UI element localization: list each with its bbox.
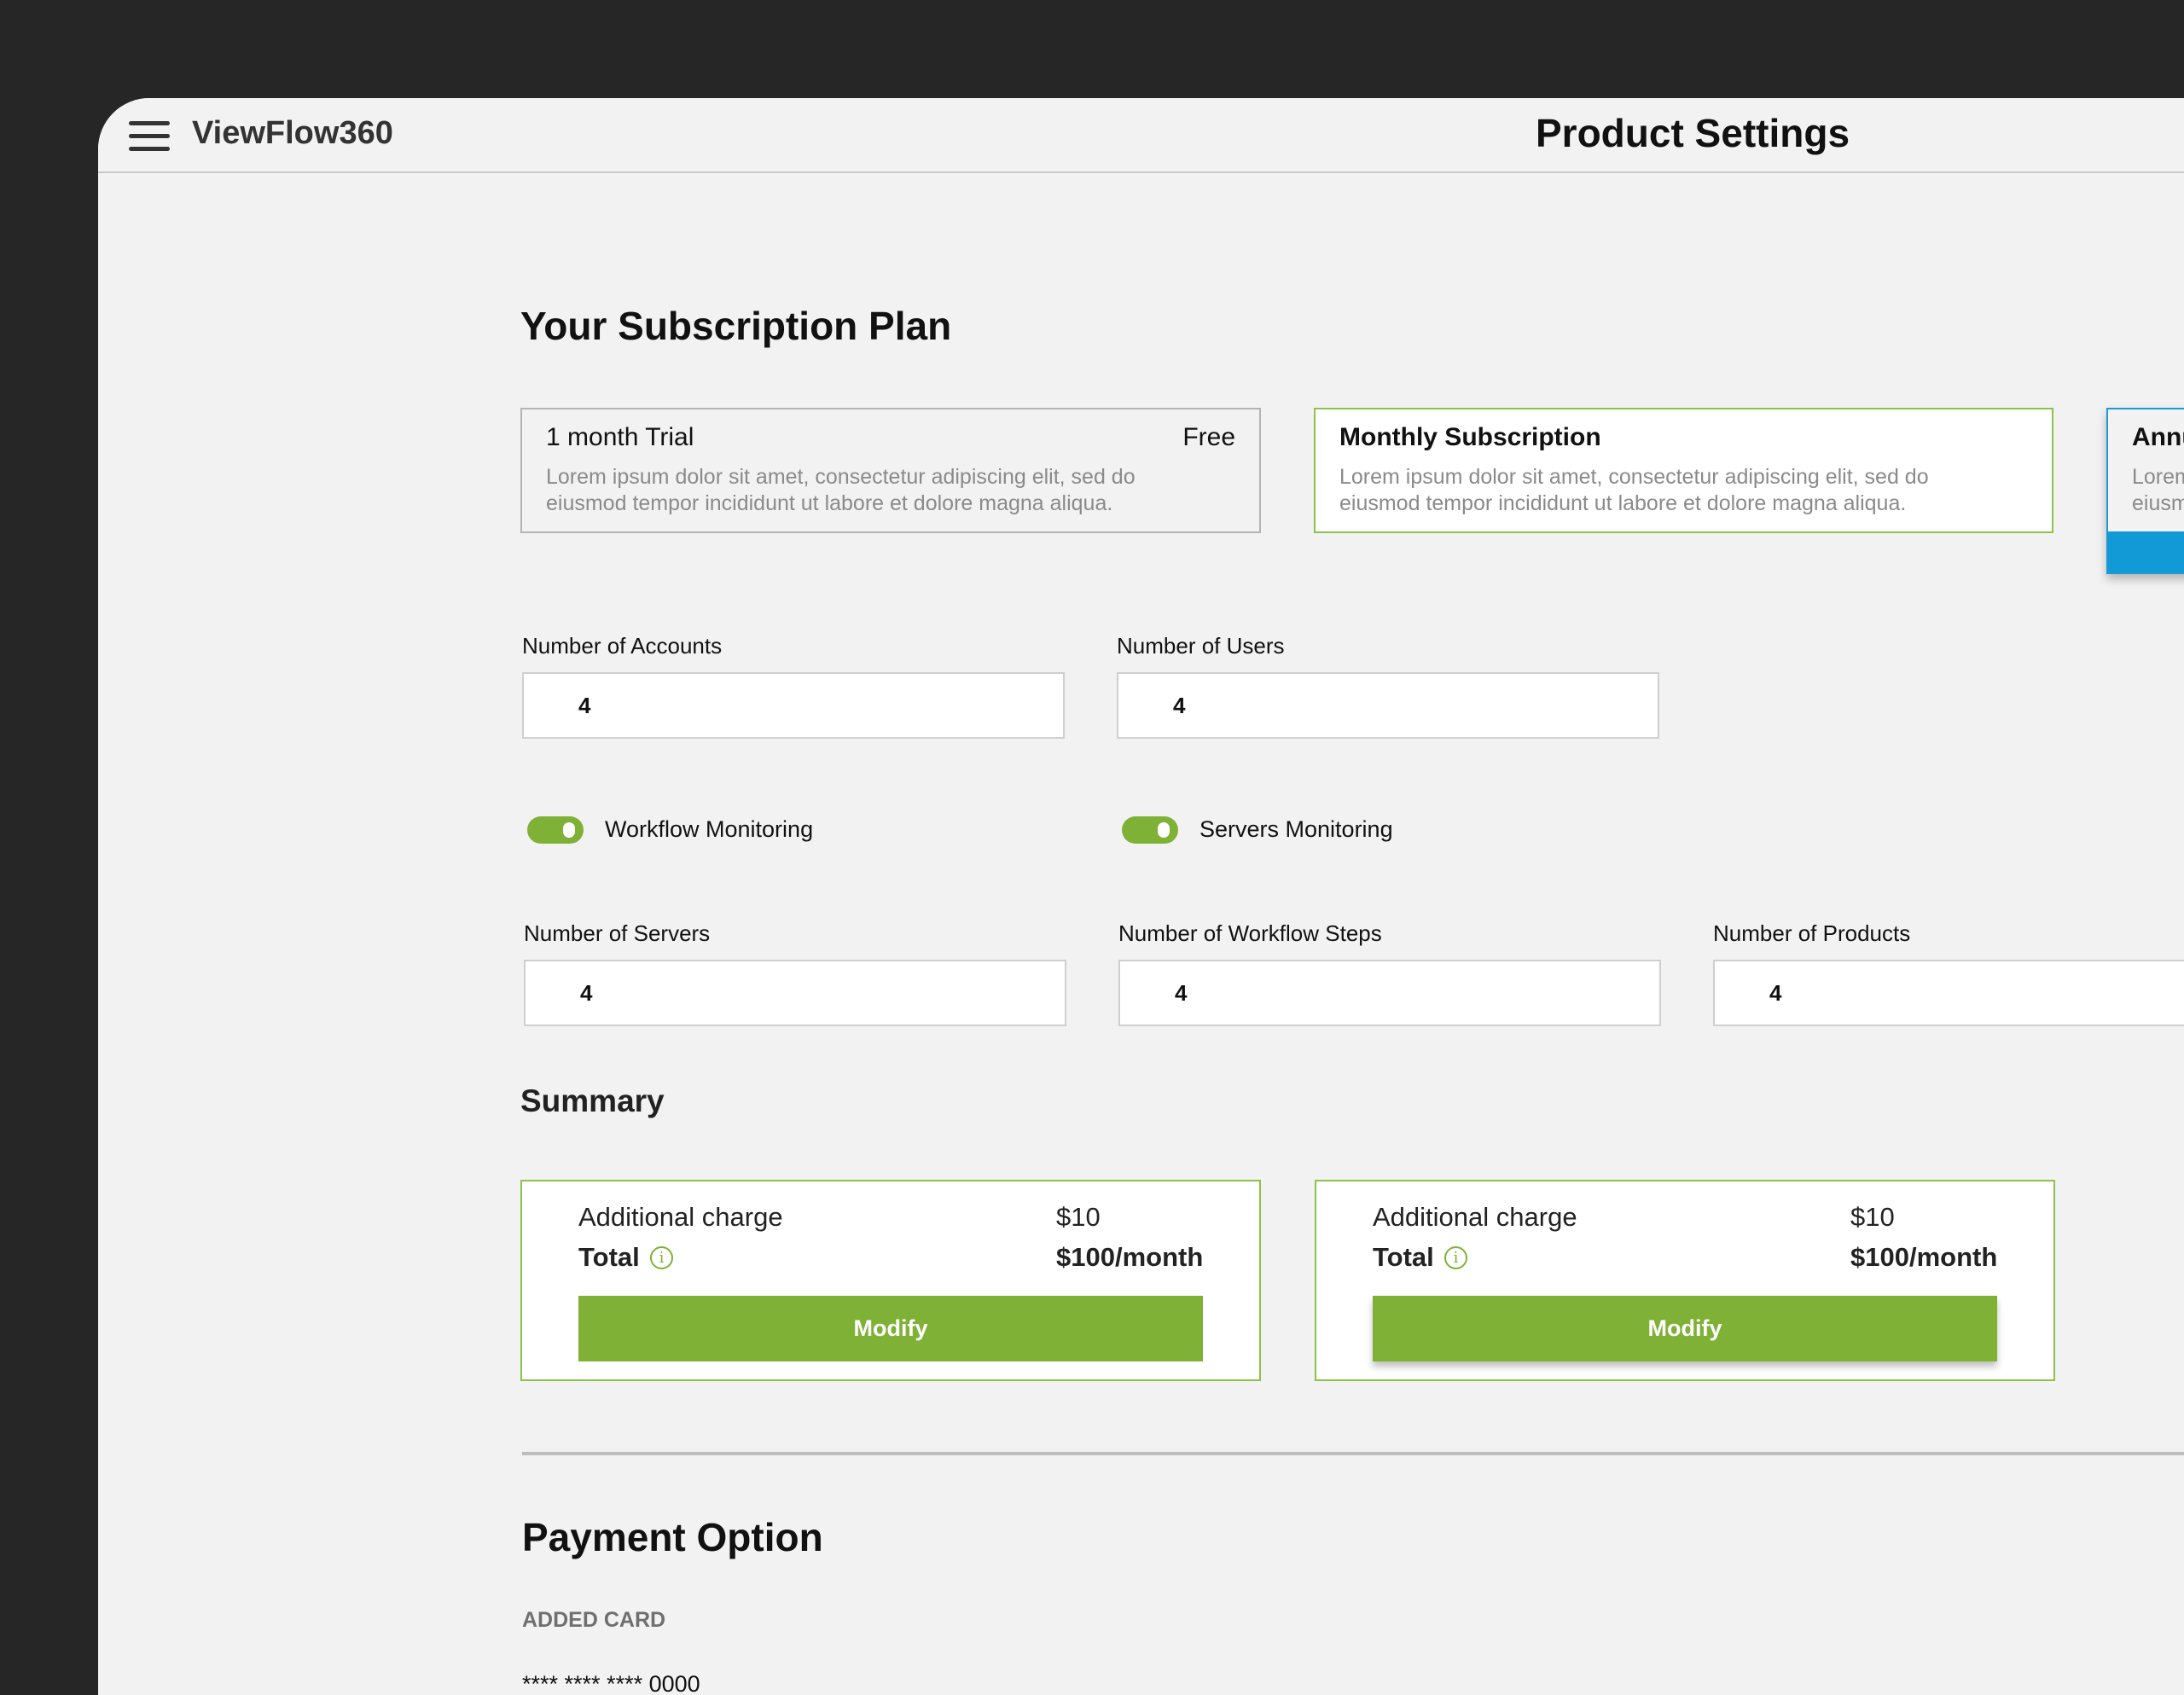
total-value: $100/month xyxy=(1850,1242,1998,1272)
additional-charge-value: $10 xyxy=(1056,1202,1101,1232)
servers-monitoring-label: Servers Monitoring xyxy=(1199,816,1393,842)
plan-description: Lorem ipsum dolor sit amet, consectetur … xyxy=(546,464,1228,517)
hamburger-menu-icon[interactable] xyxy=(129,121,170,152)
plan-description-line: eiusm xyxy=(2132,491,2184,515)
plan-card-monthly[interactable]: Monthly Subscription Lorem ipsum dolor s… xyxy=(1314,408,2053,533)
plan-description-line: eiusmod tempor incididunt ut labore et d… xyxy=(546,491,1113,515)
brand-logo[interactable]: ViewFlow360 xyxy=(192,115,393,152)
additional-charge-value: $10 xyxy=(1850,1202,1895,1232)
additional-charge-label: Additional charge xyxy=(578,1202,783,1232)
plan-description-line: Lorem ipsum dolor sit amet, consectetur … xyxy=(546,465,1136,489)
plan-description-line: Lorem ipsum dolor sit amet, consectetur … xyxy=(1339,465,1929,489)
plan-description: Lorem ipsum dolor sit amet, consectetur … xyxy=(1339,464,2022,517)
accounts-input[interactable]: 4 xyxy=(522,672,1065,739)
servers-monitoring-toggle[interactable] xyxy=(1122,816,1178,844)
users-label: Number of Users xyxy=(1117,633,1285,659)
plan-description-line: Lorem xyxy=(2132,465,2184,489)
summary-card: Additional charge $10 Total i $100/month… xyxy=(1315,1180,2055,1381)
total-label: Total xyxy=(1373,1242,1434,1272)
page-title: Product Settings xyxy=(1536,111,1850,155)
servers-label: Number of Servers xyxy=(524,920,711,946)
top-header: ViewFlow360 Product Settings xyxy=(98,98,2184,173)
summary-heading: Summary xyxy=(520,1083,665,1118)
plan-card-trial[interactable]: 1 month Trial Free Lorem ipsum dolor sit… xyxy=(520,408,1261,533)
plan-price: Free xyxy=(1182,423,1235,451)
servers-input[interactable]: 4 xyxy=(524,960,1066,1026)
app-window: ViewFlow360 Product Settings Your Subscr… xyxy=(98,98,2184,1695)
info-icon[interactable]: i xyxy=(650,1246,673,1269)
plan-select-bar[interactable] xyxy=(2108,531,2184,572)
subscription-heading: Your Subscription Plan xyxy=(520,304,952,348)
summary-card: Additional charge $10 Total i $100/month… xyxy=(520,1180,1261,1381)
workflow-steps-label: Number of Workflow Steps xyxy=(1118,920,1382,946)
workflow-steps-input[interactable]: 4 xyxy=(1118,960,1661,1026)
workflow-monitoring-label: Workflow Monitoring xyxy=(605,816,814,842)
section-divider xyxy=(522,1452,2184,1455)
plan-description-line: eiusmod tempor incididunt ut labore et d… xyxy=(1339,491,1907,515)
users-input[interactable]: 4 xyxy=(1117,672,1659,739)
workflow-monitoring-toggle[interactable] xyxy=(527,816,584,844)
plan-name: 1 month Trial xyxy=(546,423,694,451)
modify-button[interactable]: Modify xyxy=(578,1296,1203,1361)
added-card-label: ADDED CARD xyxy=(522,1608,666,1632)
additional-charge-label: Additional charge xyxy=(1373,1202,1577,1232)
plan-card-annual[interactable]: Annu Lorem eiusm xyxy=(2106,408,2184,574)
modify-button[interactable]: Modify xyxy=(1373,1296,1997,1361)
products-input[interactable]: 4 xyxy=(1713,960,2184,1026)
plan-description: Lorem eiusm xyxy=(2132,464,2184,517)
total-label: Total xyxy=(578,1242,640,1272)
card-number: **** **** **** 0000 xyxy=(522,1671,700,1695)
plan-name: Monthly Subscription xyxy=(1339,423,1601,451)
products-label: Number of Products xyxy=(1713,920,1911,946)
plan-name: Annu xyxy=(2132,423,2184,451)
accounts-label: Number of Accounts xyxy=(522,633,723,659)
info-icon[interactable]: i xyxy=(1444,1246,1467,1269)
payment-heading: Payment Option xyxy=(522,1515,823,1559)
total-value: $100/month xyxy=(1056,1242,1204,1272)
